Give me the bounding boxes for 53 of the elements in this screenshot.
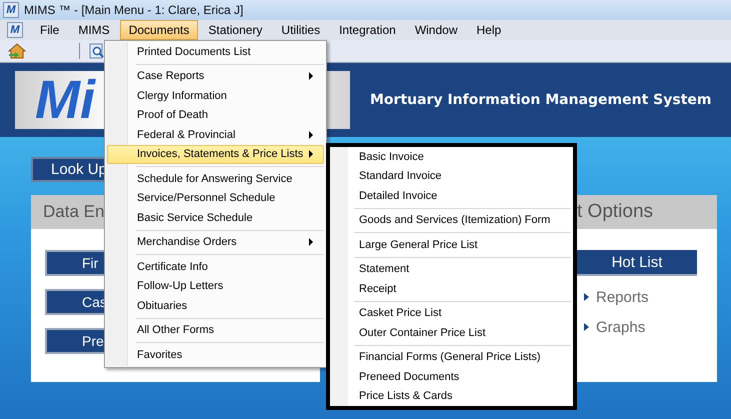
logo-text: Mi [35,73,95,127]
app-title: Mortuary Information Management System [370,92,712,108]
app-logo-icon: M [3,2,19,18]
home-icon[interactable] [7,42,27,60]
menu-item[interactable]: Receipt [330,279,573,298]
menu-item[interactable]: Printed Documents List [107,42,324,62]
menu-item-label: Service/Personnel Schedule [137,192,276,204]
menu-item[interactable]: Integration [330,20,405,40]
window-title: MIMS ™ - [Main Menu - 1: Clare, Erica J] [24,3,244,17]
menu-item[interactable]: Price Lists & Cards [330,386,573,406]
menu-item-label: Schedule for Answering Service [137,172,292,185]
search-icon[interactable] [88,42,106,60]
menu-item[interactable]: Detailed Invoice [330,186,573,206]
menu-item[interactable]: Clergy Information [107,86,324,106]
menu-item[interactable]: Standard Invoice [330,166,573,186]
menu-item[interactable]: File [31,20,68,40]
menu-item-label: Basic Service Schedule [137,212,253,224]
menu-item-label: Federal & Provincial [137,128,236,141]
menu-item[interactable]: Casket Price List [330,304,573,323]
menu-item[interactable]: Preneed Documents [330,367,573,386]
menu-item[interactable]: Financial Forms (General Price Lists) [330,348,573,367]
menu-item[interactable]: Documents [120,20,198,40]
menu-item[interactable]: Window [406,20,466,40]
menu-item[interactable]: Basic Invoice [330,147,573,166]
menu-item[interactable]: Invoices, Statements & Price Lists [107,144,324,164]
triangle-icon [584,293,589,301]
menu-item[interactable]: Utilities [272,20,330,40]
menu-item[interactable]: Case Reports [107,66,324,86]
triangle-icon [584,323,589,331]
menu-item-label: Printed Documents List [137,46,251,58]
menu-item[interactable]: Help [468,20,510,40]
panel-title: Data En [43,202,104,222]
menu-item[interactable]: MIMS [69,20,119,40]
menu-item[interactable]: Federal & Provincial [107,125,324,144]
menu-item[interactable]: Large General Price List [330,235,573,254]
menu-item[interactable]: Goods and Services (Itemization) Form [330,210,573,230]
menu-item[interactable]: Statement [330,260,573,279]
menu-item[interactable]: Proof of Death [107,106,324,125]
menu-item[interactable]: Basic Service Schedule [107,208,324,228]
panel-title: t Options [577,201,654,223]
menu-item-label: Invoices, Statements & Price Lists [137,148,304,160]
link[interactable]: Graphs [596,318,646,336]
menu-item[interactable]: Merchandise Orders [107,232,324,252]
menu-item-label: Merchandise Orders [137,236,237,248]
hot-list-button[interactable]: Hot List [577,250,697,276]
menu-item[interactable]: Outer Container Price List [330,323,573,342]
menu-item-label: Clergy Information [137,90,227,102]
menu-item-label: Proof of Death [137,109,208,122]
menu-item-label: Case Reports [137,70,204,82]
menu-item[interactable]: Service/Personnel Schedule [107,188,324,208]
menu-item[interactable]: Stationery [199,20,272,40]
link[interactable]: Reports [596,288,649,306]
app-logo-icon[interactable]: M [7,22,23,38]
